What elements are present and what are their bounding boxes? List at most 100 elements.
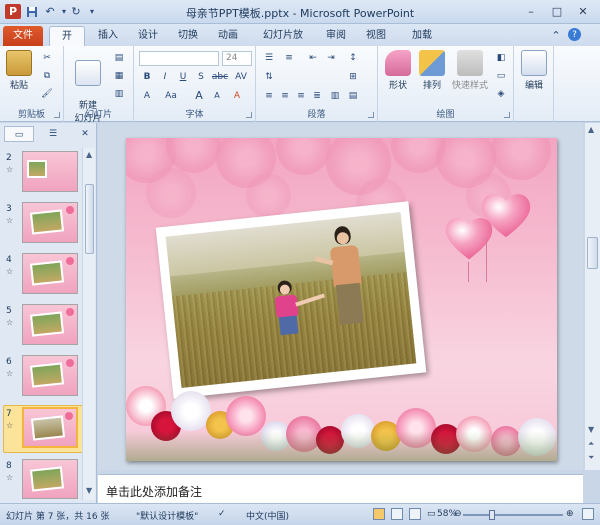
arrange-button[interactable]: 排列 [416,50,448,91]
tab-slideshow[interactable]: 幻灯片放映 [252,26,314,61]
balloon-string [468,262,469,282]
quick-styles-button[interactable]: 快速样式 [448,50,492,91]
slide-canvas[interactable] [126,138,557,461]
reset-icon[interactable]: ▦ [112,70,126,82]
close-panel-icon[interactable]: ✕ [78,126,92,142]
numbering-icon[interactable]: ≡ [282,52,296,64]
tab-file[interactable]: 文件 [3,26,43,46]
slide-thumbnail[interactable] [22,151,78,192]
shrink-font-button[interactable]: A [210,90,224,102]
group-label-slides: 幻灯片 [84,110,112,120]
zoom-out-icon[interactable]: ⊖ [454,509,462,519]
help-icon[interactable]: ? [568,28,581,41]
scroll-thumb[interactable] [85,184,94,254]
theme-status[interactable]: "默认设计模板" [136,509,198,522]
tab-transitions[interactable]: 切换 [170,26,206,46]
text-direction-icon[interactable]: ⇅ [262,71,276,83]
slide-thumbnail[interactable] [22,253,78,294]
notes-pane[interactable]: 单击此处添加备注 [98,474,583,503]
clear-formatting-button[interactable]: A [230,90,244,102]
slides-panel-tab[interactable]: ▭ [4,126,34,142]
new-slide-icon [75,60,101,86]
align-center-icon[interactable]: ≡ [278,90,292,102]
minimize-button[interactable]: – [520,3,542,19]
shape-outline-icon[interactable]: ▭ [494,70,508,82]
shape-effects-icon[interactable]: ◈ [494,88,508,100]
group-label-paragraph: 段落 [307,110,326,120]
tab-review[interactable]: 审阅 [318,26,354,46]
section-icon[interactable]: ▥ [112,88,126,100]
line-spacing-icon[interactable]: ↕ [346,52,360,64]
next-slide-icon[interactable]: ⏷ [588,453,594,463]
editing-button[interactable]: 编辑 [518,50,550,91]
font-dialog-launcher[interactable] [246,112,252,118]
spell-check-icon[interactable]: ✓ [218,509,226,519]
font-name-combo[interactable] [139,51,219,66]
window-title: 母亲节PPT模板.pptx - Microsoft PowerPoint [185,7,415,20]
slide-thumbnail[interactable] [22,202,78,243]
underline-button[interactable]: U [176,71,190,83]
align-text-icon[interactable]: ▤ [346,90,360,102]
maximize-button[interactable]: □ [546,3,568,19]
slideshow-view-icon[interactable]: ▭ [427,509,436,519]
ribbon-home: 粘贴 ✂ ⧉ 🖌 剪贴板 新建 幻灯片 ▤ ▦ ▥ 幻灯片 24 B I U S… [0,46,600,124]
minimize-ribbon-icon[interactable]: ⌃ [548,28,564,43]
char-spacing-button[interactable]: AV [232,71,250,83]
paragraph-dialog-launcher[interactable] [368,112,374,118]
font-color-button[interactable]: A [140,90,154,102]
language-status[interactable]: 中文(中国) [246,509,289,522]
zoom-slider[interactable] [463,510,563,520]
shadow-button[interactable]: S [194,71,208,83]
fit-to-window-icon[interactable] [582,508,594,520]
close-button[interactable]: ✕ [572,3,594,19]
columns-icon[interactable]: ▥ [328,90,342,102]
scroll-down-icon[interactable]: ▼ [588,425,594,434]
zoom-slider-thumb[interactable] [489,510,495,520]
tab-insert[interactable]: 插入 [90,26,126,46]
shapes-button[interactable]: 形状 [382,50,414,91]
outline-panel-tab[interactable]: ☰ [38,126,68,142]
justify-icon[interactable]: ≣ [310,90,324,102]
decrease-indent-icon[interactable]: ⇤ [306,52,320,64]
scroll-up-icon[interactable]: ▲ [588,125,594,134]
zoom-in-icon[interactable]: ⊕ [566,509,574,519]
slides-panel-scrollbar[interactable]: ▲ ▼ [82,148,95,500]
clipboard-dialog-launcher[interactable] [54,112,60,118]
change-case-button[interactable]: Aa [162,90,180,102]
reading-view-icon[interactable] [409,508,421,520]
normal-view-icon[interactable] [373,508,385,520]
slide-thumbnail[interactable] [22,459,78,499]
copy-icon[interactable]: ⧉ [40,70,54,82]
cut-icon[interactable]: ✂ [40,52,54,64]
scroll-up-icon[interactable]: ▲ [86,150,92,159]
tab-addins[interactable]: 加载项 [400,26,444,61]
slide-thumbnail-selected[interactable] [22,407,78,448]
scroll-thumb[interactable] [587,237,598,269]
strikethrough-button[interactable]: abc [210,71,230,83]
increase-indent-icon[interactable]: ⇥ [324,52,338,64]
bold-button[interactable]: B [140,71,154,83]
paste-button[interactable]: 粘贴 [4,50,34,91]
tab-view[interactable]: 视图 [358,26,394,46]
tab-design[interactable]: 设计 [130,26,166,46]
layout-icon[interactable]: ▤ [112,52,126,64]
transition-star-icon: ☆ [6,267,14,276]
smartart-icon[interactable]: ⊞ [346,71,360,83]
slide-thumbnail[interactable] [22,304,78,345]
slide-thumbnail[interactable] [22,355,78,396]
tab-home[interactable]: 开始 [49,26,85,62]
slide-scrollbar[interactable]: ▲ ▼ ⏶ ⏷ [584,123,600,470]
align-right-icon[interactable]: ≡ [294,90,308,102]
align-left-icon[interactable]: ≡ [262,90,276,102]
bullets-icon[interactable]: ☰ [262,52,276,64]
drawing-dialog-launcher[interactable] [504,112,510,118]
slide-sorter-view-icon[interactable] [391,508,403,520]
format-painter-icon[interactable]: 🖌 [40,88,54,100]
italic-button[interactable]: I [158,71,172,83]
grow-font-button[interactable]: A [192,90,206,102]
scroll-down-icon[interactable]: ▼ [86,486,92,495]
previous-slide-icon[interactable]: ⏶ [588,439,594,449]
shape-fill-icon[interactable]: ◧ [494,52,508,64]
tab-animations[interactable]: 动画 [210,26,246,46]
font-size-combo[interactable]: 24 [222,51,252,66]
